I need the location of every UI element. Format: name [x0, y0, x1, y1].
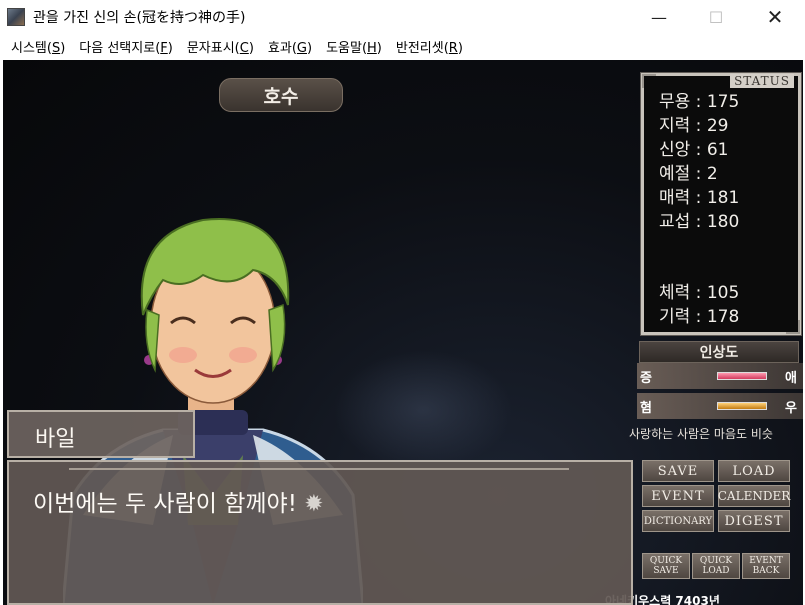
save-button[interactable]: SAVE	[642, 460, 714, 482]
digest-button[interactable]: DIGEST	[718, 510, 790, 532]
affection-right-label: 애	[785, 371, 797, 386]
game-window: 관을 가진 신의 손(冠を持つ神の手) — ☐ ✕ 시스템(S) 다음 선택지로…	[0, 0, 805, 605]
calender-button[interactable]: CALENDER	[718, 485, 790, 507]
corner-ornament	[642, 74, 656, 88]
next-page-icon: ✹	[304, 491, 324, 517]
impression-panel: 인상도 증 애 혐 우	[637, 341, 803, 421]
minimize-button[interactable]: —	[636, 0, 682, 34]
impression-quote: 사랑하는 사람은 마음도 비슷	[629, 427, 773, 441]
menu-bar: 시스템(S) 다음 선택지로(F) 문자표시(C) 효과(G) 도움말(H) 반…	[0, 34, 805, 58]
affection-left-label: 증	[640, 371, 652, 386]
corner-ornament	[786, 320, 800, 334]
window-title: 관을 가진 신의 손(冠を持つ神の手)	[33, 10, 246, 26]
stat-energy: 기력 : 178	[659, 307, 740, 327]
message-text: 이번에는 두 사람이 함께야! ✹	[33, 491, 324, 517]
event-button[interactable]: EVENT	[642, 485, 714, 507]
app-icon	[7, 8, 25, 26]
quick-save-button[interactable]: QUICK SAVE	[642, 553, 690, 579]
stat-charm: 매력 : 181	[659, 188, 740, 208]
quick-load-button[interactable]: QUICK LOAD	[692, 553, 740, 579]
load-button[interactable]: LOAD	[718, 460, 790, 482]
stat-etiquette: 예절 : 2	[659, 164, 718, 184]
affection-bar	[717, 372, 767, 380]
game-screen[interactable]: 호수 STATUS 무용: 175 지력: 29 신앙: 61 예절: …	[3, 60, 803, 605]
location-plate: 호수	[219, 78, 343, 112]
affection-row: 증 애	[637, 363, 803, 389]
stat-negotiation: 교섭 : 180	[659, 212, 740, 232]
dislike-bar	[717, 402, 767, 410]
menu-text-display[interactable]: 문자표시(C)	[180, 37, 261, 56]
menu-system[interactable]: 시스템(S)	[4, 37, 72, 56]
speaker-name-box: 바일	[7, 410, 195, 458]
close-button[interactable]: ✕	[752, 0, 798, 34]
menu-next-choice[interactable]: 다음 선택지로(F)	[72, 37, 180, 56]
speaker-name: 바일	[35, 427, 76, 452]
dislike-left-label: 혐	[640, 401, 652, 416]
status-header: STATUS	[730, 74, 794, 88]
impression-title: 인상도	[639, 341, 799, 363]
menu-invert-reset[interactable]: 반전리셋(R)	[389, 37, 470, 56]
event-back-button[interactable]: EVENT BACK	[742, 553, 790, 579]
dislike-row: 혐 우	[637, 393, 803, 419]
stat-faith: 신앙 : 61	[659, 140, 729, 160]
dislike-right-label: 우	[785, 401, 797, 416]
stat-stamina: 체력 : 105	[659, 283, 740, 303]
stat-valor: 무용 : 175	[659, 92, 740, 112]
stat-intellect: 지력 : 29	[659, 116, 729, 136]
title-bar: 관을 가진 신의 손(冠を持つ神の手) — ☐ ✕	[0, 0, 805, 34]
menu-effects[interactable]: 효과(G)	[261, 37, 319, 56]
message-border-ornament	[69, 468, 569, 470]
maximize-button[interactable]: ☐	[693, 0, 739, 34]
message-box[interactable]: 이번에는 두 사람이 함께야! ✹	[7, 460, 633, 605]
menu-help[interactable]: 도움말(H)	[319, 37, 389, 56]
dictionary-button[interactable]: DICTIONARY	[642, 510, 714, 532]
status-panel: STATUS 무용 : 175 지력 : 29 신앙 : 61 예절 : 2 매…	[640, 72, 802, 336]
